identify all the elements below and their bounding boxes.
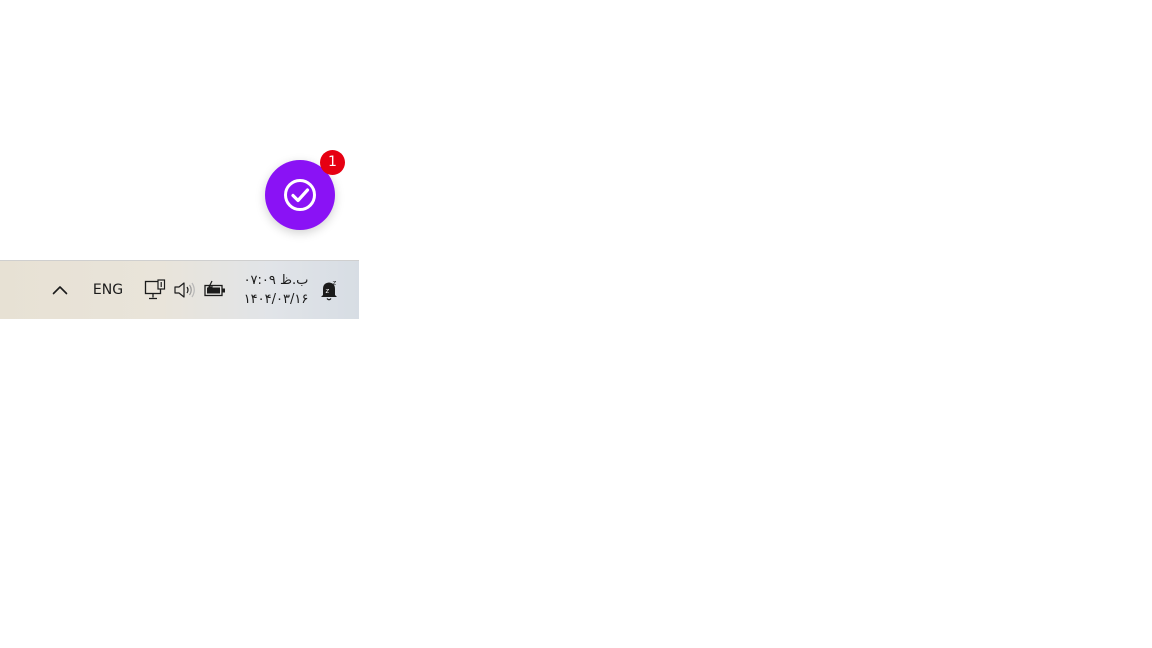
clock-date: ۱۴۰۴/۰۳/۱۶ [243, 292, 309, 307]
notification-bell-snooze-icon: z z [321, 279, 337, 301]
svg-text:z: z [333, 279, 337, 287]
desktop: 1 ENG ۰۷:۰۹ ب.ظ ۱۴۰۴/۰۳/۱۶ z z [0, 0, 1152, 648]
chevron-up-icon [52, 286, 68, 295]
network-status-button[interactable] [142, 261, 168, 319]
speaker-icon [174, 282, 195, 298]
clock-time: ۰۷:۰۹ ب.ظ [243, 273, 309, 288]
volume-button[interactable] [171, 261, 199, 319]
battery-status-button[interactable] [201, 261, 229, 319]
notification-count-badge: 1 [320, 150, 345, 175]
input-language-indicator[interactable]: ENG [86, 261, 130, 319]
battery-charging-icon [204, 280, 225, 297]
network-monitor-icon [144, 279, 166, 300]
check-circle-icon [284, 179, 316, 211]
notification-center-button[interactable]: z z [317, 261, 343, 319]
show-hidden-icons-button[interactable] [45, 261, 75, 319]
svg-text:z: z [326, 287, 330, 295]
clock-button[interactable]: ۰۷:۰۹ ب.ظ ۱۴۰۴/۰۳/۱۶ [236, 261, 316, 319]
taskbar-tray: ENG ۰۷:۰۹ ب.ظ ۱۴۰۴/۰۳/۱۶ z z [0, 260, 359, 319]
